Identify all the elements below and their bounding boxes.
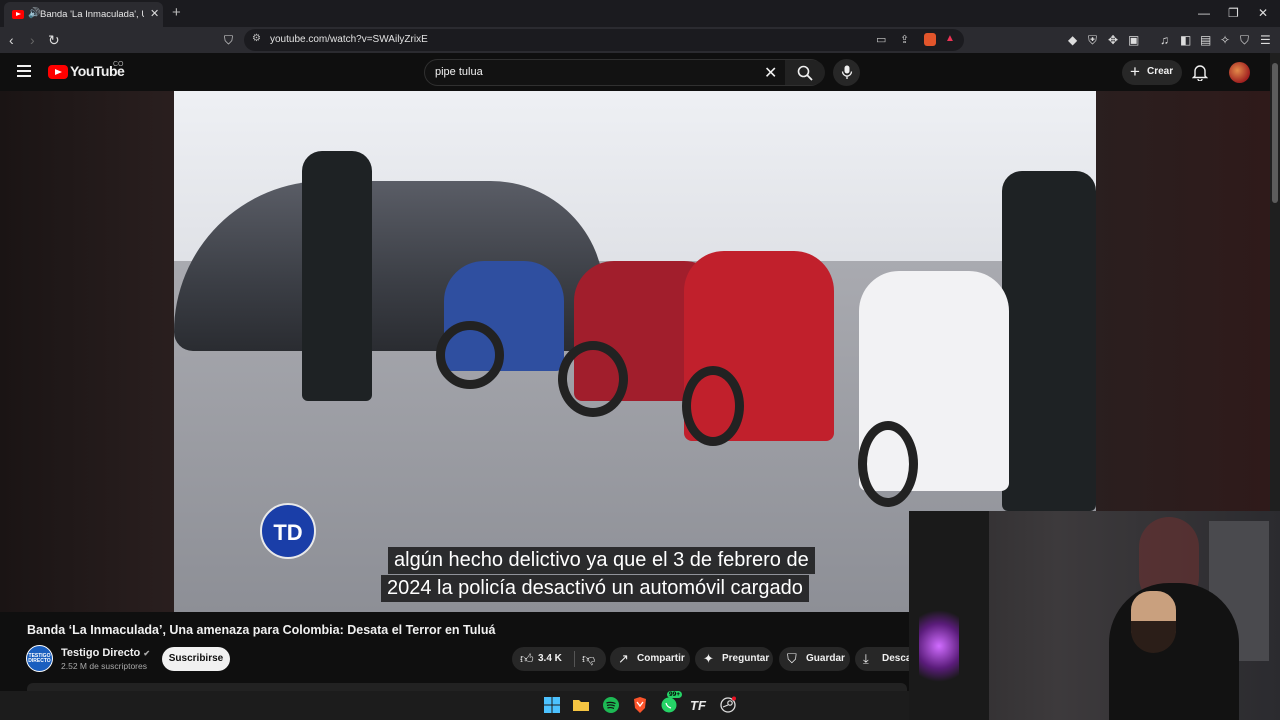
youtube-logo-icon[interactable] [48,65,68,79]
share-icon: ↗ [618,651,629,666]
download-button[interactable]: ⤓ Descar [855,647,909,671]
download-icon: ⤓ [863,651,869,666]
spotify-icon[interactable] [602,696,621,715]
extension-diamond-icon[interactable]: ◆ [1068,33,1077,47]
like-dislike-group: 👍︎ 3.4 K 👎︎ [512,647,606,671]
save-button[interactable]: ⛉ Guardar [779,647,850,671]
address-bar[interactable]: ⚙ youtube.com/watch?v=SWAilyZrixE ▭ ⇪ ▲ [244,29,964,51]
new-tab-button[interactable]: + [172,4,181,21]
speaker-icon[interactable]: 🔊 [28,8,40,19]
url-text: youtube.com/watch?v=SWAilyZrixE [270,34,428,45]
whatsapp-icon[interactable]: 99+ [660,691,683,715]
watermark-text: TD [273,520,303,545]
thumbs-down-icon: 👎︎ [582,651,596,666]
brave-browser-icon[interactable] [631,696,650,715]
extensions-puzzle-icon[interactable]: ✥ [1108,33,1118,47]
back-icon[interactable]: ‹ [9,32,14,48]
like-count: 3.4 K [538,653,562,664]
webcam-pc-lights [919,606,959,686]
brave-rewards-icon[interactable]: ▲ [945,33,955,44]
windows-taskbar: 99+ TF [0,691,909,720]
steam-icon[interactable] [719,696,738,715]
video-scene-wheel [858,421,918,507]
music-icon[interactable]: ♫ [1160,33,1169,47]
svg-text:TF: TF [690,698,707,713]
whatsapp-badge: 99+ [667,691,683,698]
sidebar-icon[interactable]: ◧ [1180,33,1191,47]
page-scrollbar[interactable] [1270,53,1280,511]
video-scene-officer [1002,171,1096,511]
plus-icon: + [1130,62,1140,81]
share-page-icon[interactable]: ⇪ [900,33,909,46]
browser-toolbar: ‹ › ↻ ⛉ ⚙ youtube.com/watch?v=SWAilyZrix… [0,27,1280,53]
ask-label: Preguntar [722,653,770,664]
subscribe-button[interactable]: Suscribirse [162,647,230,671]
search-box[interactable]: pipe tulua ✕ [424,59,825,86]
share-label: Compartir [637,653,685,664]
minimize-icon[interactable]: — [1198,6,1210,20]
microphone-icon [841,65,852,79]
hamburger-menu-icon[interactable] [17,65,31,80]
close-tab-icon[interactable]: ✕ [150,7,159,20]
cast-icon[interactable]: ▭ [876,33,886,46]
browser-menu-icon[interactable]: ☰ [1260,33,1271,47]
account-avatar[interactable] [1229,62,1250,83]
share-button[interactable]: ↗ Compartir [610,647,690,671]
like-button[interactable]: 👍︎ 3.4 K [512,647,574,671]
subscriber-count: 2.52 M de suscriptores [61,661,147,671]
teamfight-icon[interactable]: TF [690,696,709,715]
file-explorer-icon[interactable] [572,696,591,715]
verified-badge-icon: ✔ [143,649,151,658]
streamer-webcam [909,511,1280,720]
bookmark-icon[interactable]: ⛉ [224,33,233,48]
video-scene-wheel [558,341,628,417]
scrollbar-thumb[interactable] [1272,63,1278,203]
subtitle-line-2: 2024 la policía desactivó un automóvil c… [381,575,809,602]
browser-tab-bar: 🔊 Banda 'La Inmaculada', Una amenaza par… [0,0,1280,27]
maximize-icon[interactable]: ❐ [1228,6,1239,20]
testigo-directo-watermark: TD [260,503,316,559]
save-label: Guardar [806,653,845,664]
subtitle-line-1: algún hecho delictivo ya que el 3 de feb… [388,547,815,574]
video-scene-officer [302,151,372,401]
youtube-favicon-icon [12,10,24,19]
bookmark-save-icon: ⛉ [787,651,797,666]
browser-tab[interactable]: 🔊 Banda 'La Inmaculada', Una amenaza par… [4,2,163,27]
create-label: Crear [1147,66,1174,77]
search-icon [797,65,813,81]
extension-shield-icon[interactable]: ⛨ [1088,33,1097,48]
sparkle-icon: ✦ [703,651,714,666]
dislike-button[interactable]: 👎︎ [576,647,606,671]
site-info-icon[interactable]: ⚙ [252,33,261,44]
search-input[interactable]: pipe tulua [435,66,483,78]
close-window-icon[interactable]: ✕ [1258,6,1268,20]
download-label: Descar [882,653,909,664]
description-box[interactable] [27,683,907,691]
clear-search-icon[interactable]: ✕ [764,63,777,83]
notifications-bell-icon[interactable] [1192,63,1208,81]
youtube-header: YouTube CO pipe tulua ✕ + Crear [0,53,1270,91]
leo-ai-icon[interactable]: ✧ [1220,33,1230,47]
thumbs-up-icon: 👍︎ [520,651,534,666]
search-button[interactable] [785,60,825,85]
create-button[interactable]: + Crear [1122,60,1182,85]
ask-button[interactable]: ✦ Preguntar [695,647,773,671]
wallet-icon[interactable]: ▤ [1200,33,1211,47]
channel-avatar[interactable]: TESTIGO DIRECTO [26,645,53,672]
country-code: CO [113,61,124,68]
screenshot-icon[interactable]: ▣ [1128,33,1139,47]
video-scene-wheel [682,366,744,446]
forward-icon[interactable]: › [30,32,35,48]
windows-start-icon[interactable] [543,696,562,715]
video-scene-wheel [436,321,504,389]
video-title: Banda ‘La Inmaculada’, Una amenaza para … [27,623,496,637]
channel-name[interactable]: Testigo Directo ✔ [61,647,150,659]
brave-shield-icon[interactable] [924,33,936,46]
tab-title: Banda 'La Inmaculada', Una amenaza para … [40,9,144,20]
reload-icon[interactable]: ↻ [48,32,60,49]
voice-search-button[interactable] [833,59,860,86]
vpn-icon[interactable]: ⛉ [1240,33,1249,48]
